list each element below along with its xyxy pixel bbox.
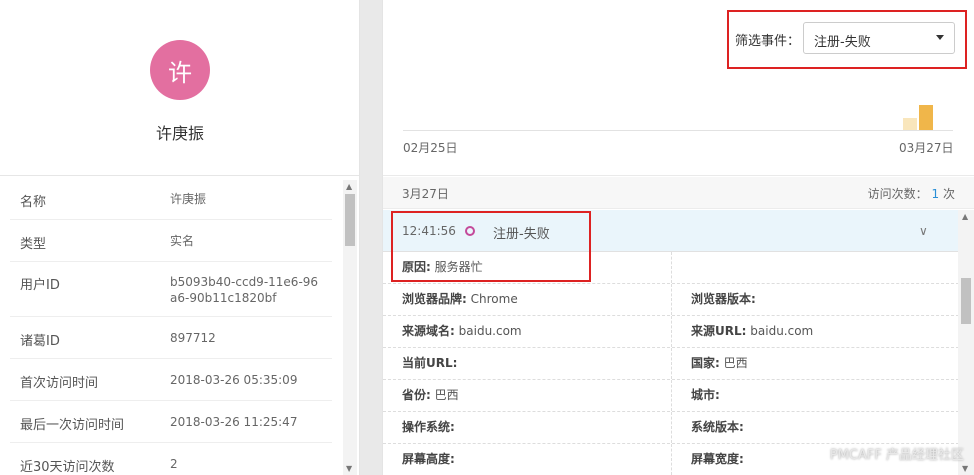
attribute-row: 用户ID b5093b40-ccd9-11e6-96a6-90b11c1820b…	[10, 262, 332, 317]
scrollbar-thumb[interactable]	[345, 194, 355, 246]
timeline-bar	[919, 105, 933, 130]
attribute-key: 用户ID	[20, 278, 60, 293]
detail-row: 当前URL: 国家: 巴西	[383, 348, 959, 380]
detail-key: 屏幕宽度:	[691, 452, 744, 466]
attribute-value: 2018-03-26 05:35:09	[170, 373, 298, 387]
detail-key: 浏览器品牌:	[402, 292, 467, 306]
attribute-key: 类型	[20, 237, 47, 252]
detail-key: 系统版本:	[691, 420, 744, 434]
detail-key: 屏幕高度:	[402, 452, 455, 466]
detail-key: 省份:	[402, 388, 431, 402]
attribute-value: 实名	[170, 234, 195, 248]
scroll-up-icon[interactable]: ▲	[346, 182, 352, 191]
visit-count-suffix: 次	[942, 187, 955, 201]
detail-key: 来源域名:	[402, 324, 455, 338]
left-scrollbar[interactable]: ▲ ▼	[343, 180, 357, 475]
attribute-key: 近30天访问次数	[20, 460, 115, 475]
event-timeline-panel: 筛选事件： 注册-失败 02月25日 03月27日 3月27日 访问次数： 1 …	[382, 0, 974, 475]
avatar: 许	[150, 40, 210, 100]
visit-count-label: 访问次数：	[867, 187, 928, 201]
attribute-key: 首次访问时间	[20, 376, 99, 391]
detail-cell: 当前URL:	[383, 348, 671, 379]
timeline-start-label: 02月25日	[403, 141, 458, 155]
detail-cell: 国家: 巴西	[671, 348, 959, 379]
attribute-row: 近30天访问次数 2	[10, 443, 332, 475]
visit-count: 访问次数： 1 次	[868, 185, 955, 202]
event-filter-value: 注册-失败	[814, 35, 871, 50]
session-date: 3月27日	[402, 187, 449, 201]
detail-key: 浏览器版本:	[691, 292, 756, 306]
attribute-row: 诸葛ID 897712	[10, 317, 332, 359]
detail-cell: 城市:	[671, 380, 959, 411]
detail-value: 巴西	[723, 356, 748, 370]
event-highlight-box	[391, 211, 591, 282]
profile-name: 许庚振	[155, 124, 204, 143]
attribute-value: 2018-03-26 11:25:47	[170, 415, 298, 429]
attribute-row: 首次访问时间 2018-03-26 05:35:09	[10, 359, 332, 401]
detail-cell: 操作系统:	[383, 412, 671, 443]
timeline-bar	[903, 118, 917, 130]
scroll-down-icon[interactable]: ▼	[962, 464, 968, 473]
detail-value: 巴西	[434, 388, 459, 402]
detail-cell: 屏幕高度:	[383, 444, 671, 475]
filter-label: 筛选事件：	[735, 34, 801, 49]
attribute-row: 类型 实名	[10, 220, 332, 262]
attribute-list: 名称 许庚振 类型 实名 用户ID b5093b40-ccd9-11e6-96a…	[0, 178, 342, 475]
chevron-down-icon[interactable]: ∨	[919, 224, 928, 238]
detail-value: baidu.com	[750, 324, 814, 338]
detail-row: 操作系统: 系统版本:	[383, 412, 959, 444]
detail-cell: 浏览器品牌: Chrome	[383, 284, 671, 315]
session-date-row: 3月27日 访问次数： 1 次	[383, 177, 974, 209]
attribute-key: 最后一次访问时间	[20, 418, 125, 433]
scrollbar-thumb[interactable]	[961, 278, 971, 324]
watermark: PMCAFF 产品经理社区	[829, 448, 964, 463]
detail-cell: 省份: 巴西	[383, 380, 671, 411]
detail-row: 省份: 巴西 城市:	[383, 380, 959, 412]
detail-cell	[671, 252, 959, 283]
right-scrollbar[interactable]: ▲ ▼	[958, 210, 974, 475]
detail-row: 来源域名: baidu.com 来源URL: baidu.com	[383, 316, 959, 348]
visit-count-number: 1	[931, 187, 940, 201]
caret-down-icon	[936, 35, 944, 40]
detail-key: 来源URL:	[691, 324, 747, 338]
detail-key: 城市:	[691, 388, 720, 402]
event-filter-select[interactable]: 注册-失败	[803, 22, 955, 54]
detail-cell: 来源URL: baidu.com	[671, 316, 959, 347]
detail-value: baidu.com	[458, 324, 522, 338]
detail-row: 浏览器品牌: Chrome 浏览器版本:	[383, 284, 959, 316]
attribute-row: 名称 许庚振	[10, 178, 332, 220]
timeline-axis	[403, 130, 953, 131]
attribute-value: 897712	[170, 331, 216, 345]
user-profile-panel: 许 许庚振 名称 许庚振 类型 实名 用户ID b5093b40-ccd9-11…	[0, 0, 360, 475]
detail-key: 当前URL:	[402, 356, 458, 370]
scroll-up-icon[interactable]: ▲	[962, 212, 968, 221]
detail-cell: 系统版本:	[671, 412, 959, 443]
attribute-value: 许庚振	[170, 192, 207, 206]
attribute-key: 名称	[20, 195, 47, 210]
event-details: 原因: 服务器忙 浏览器品牌: Chrome 浏览器版本: 来源域名: baid…	[383, 252, 959, 475]
detail-key: 国家:	[691, 356, 720, 370]
timeline-end-label: 03月27日	[899, 141, 954, 155]
detail-cell: 浏览器版本:	[671, 284, 959, 315]
attribute-key: 诸葛ID	[20, 334, 60, 349]
detail-key: 操作系统:	[402, 420, 455, 434]
attribute-value: 2	[170, 457, 178, 471]
detail-value: Chrome	[470, 292, 518, 306]
attribute-row: 最后一次访问时间 2018-03-26 11:25:47	[10, 401, 332, 443]
scroll-down-icon[interactable]: ▼	[346, 464, 352, 473]
timeline-chart: 筛选事件： 注册-失败 02月25日 03月27日	[383, 0, 974, 176]
detail-cell: 来源域名: baidu.com	[383, 316, 671, 347]
attribute-value: b5093b40-ccd9-11e6-96a6-90b11c1820bf	[170, 275, 319, 305]
profile-header: 许 许庚振	[0, 0, 359, 176]
